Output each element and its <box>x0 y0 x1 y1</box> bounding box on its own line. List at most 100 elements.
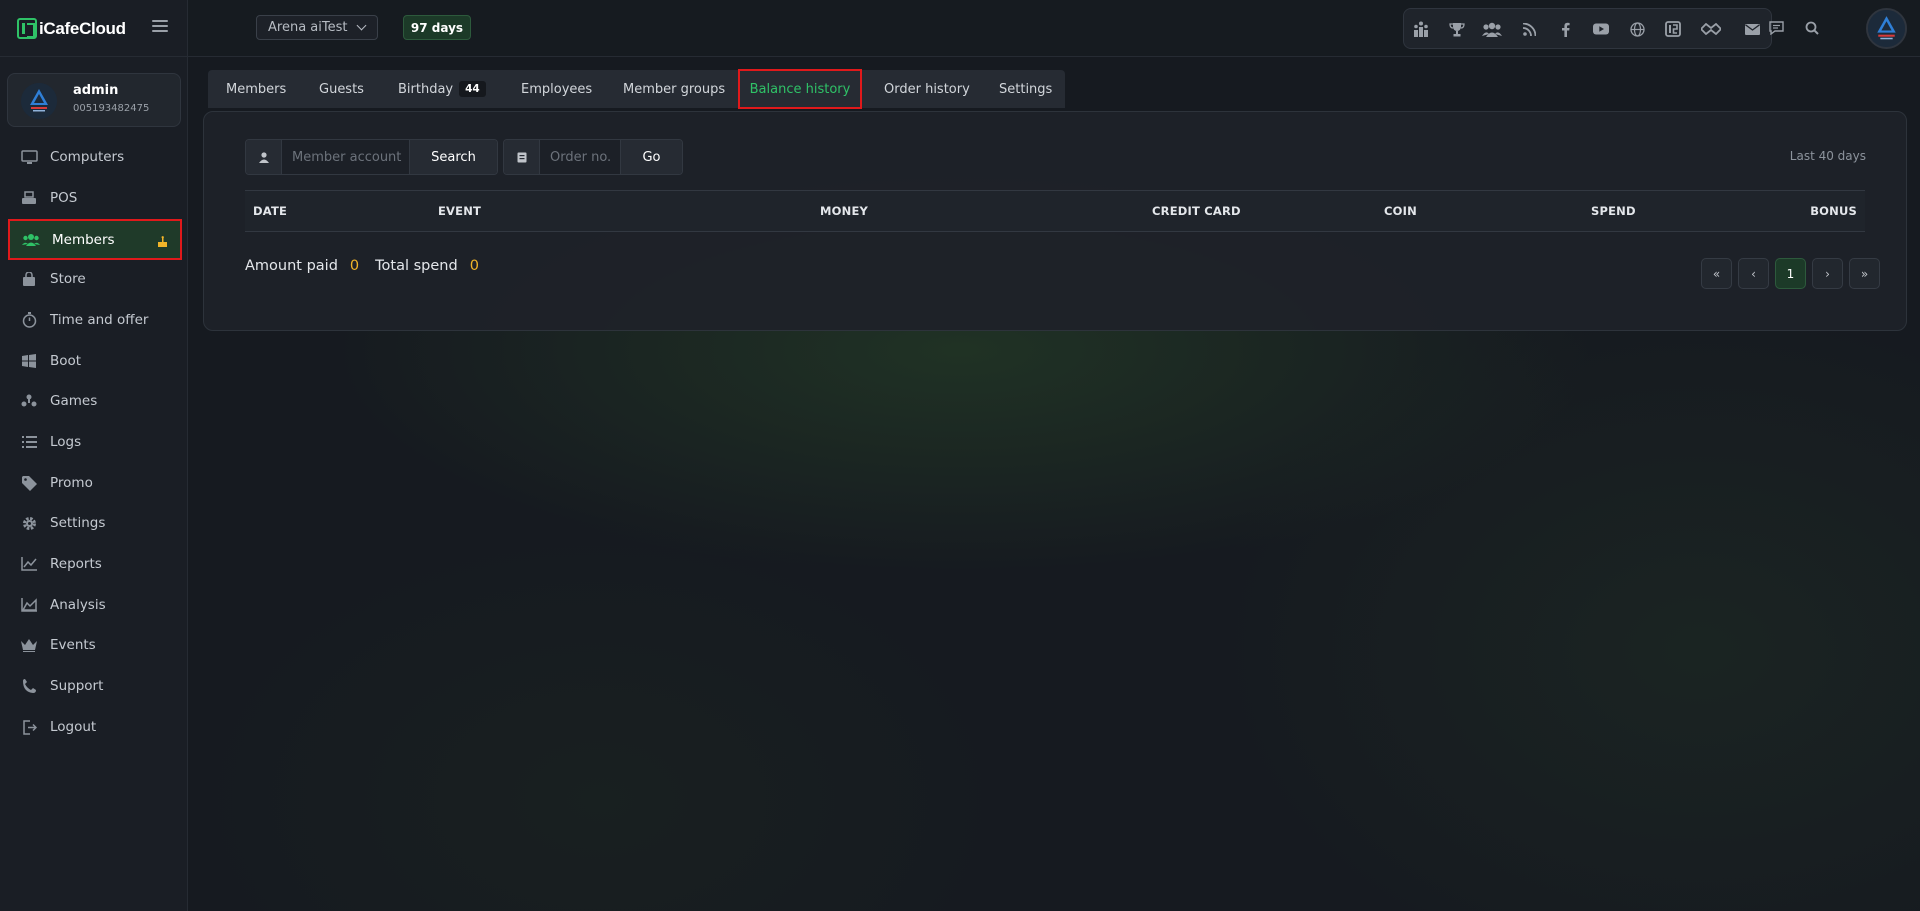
sidebar-item-members[interactable]: Members <box>8 219 182 260</box>
youtube-icon[interactable] <box>1591 19 1611 39</box>
receipt-icon <box>504 140 540 174</box>
tab-guests[interactable]: Guests <box>319 70 364 108</box>
current-page-button[interactable]: 1 <box>1775 258 1806 289</box>
license-days-badge: 97 days <box>403 15 471 40</box>
group-icon[interactable] <box>1482 19 1502 39</box>
sidebar: iCafeCloud admin 005193482475 Computers … <box>0 0 188 911</box>
sidebar-item-logs[interactable]: Logs <box>8 423 182 461</box>
sidebar-item-boot[interactable]: Boot <box>8 342 182 380</box>
app-logo[interactable]: iCafeCloud <box>17 18 126 39</box>
crown-icon <box>20 636 38 654</box>
sidebar-item-label: Support <box>50 678 104 694</box>
header-toolbar <box>1403 8 1772 49</box>
user-id: 005193482475 <box>73 103 150 114</box>
chat-icon[interactable] <box>1766 18 1786 38</box>
sidebar-item-label: Analysis <box>50 597 106 613</box>
windows-icon <box>20 352 38 370</box>
column-bonus: BONUS <box>1810 204 1857 218</box>
sidebar-item-settings[interactable]: Settings <box>8 504 182 542</box>
last-page-button[interactable]: » <box>1849 258 1880 289</box>
ranking-icon[interactable] <box>1411 19 1431 39</box>
stopwatch-icon <box>20 311 38 329</box>
tab-settings[interactable]: Settings <box>999 70 1052 108</box>
icafe-icon[interactable] <box>1663 19 1683 39</box>
go-button[interactable]: Go <box>620 140 682 174</box>
sidebar-item-analysis[interactable]: Analysis <box>8 586 182 624</box>
tab-birthday-label: Birthday <box>398 81 454 97</box>
sidebar-item-label: Settings <box>50 515 106 531</box>
member-tabs: Members Guests Birthday 44 Employees Mem… <box>208 69 1065 109</box>
rss-icon[interactable] <box>1519 19 1539 39</box>
handshake-icon[interactable] <box>1701 19 1721 39</box>
sidebar-item-label: Events <box>50 637 96 653</box>
sidebar-item-label: Time and offer <box>50 312 149 328</box>
column-money: MONEY <box>820 204 869 218</box>
phone-icon <box>20 677 38 695</box>
total-spend-value: 0 <box>469 258 479 274</box>
sidebar-item-logout[interactable]: Logout <box>8 708 182 746</box>
sidebar-item-label: Games <box>50 393 98 409</box>
gamepad-icon <box>20 392 38 410</box>
sidebar-item-store[interactable]: Store <box>8 260 182 298</box>
logo-row: iCafeCloud <box>0 0 188 57</box>
date-range-label: Last 40 days <box>1789 149 1866 163</box>
facebook-icon[interactable] <box>1555 19 1575 39</box>
search-button[interactable]: Search <box>409 140 497 174</box>
area-chart-icon <box>20 596 38 614</box>
sidebar-item-support[interactable]: Support <box>8 667 182 705</box>
sidebar-item-promo[interactable]: Promo <box>8 464 182 502</box>
gear-icon <box>20 514 38 532</box>
sidebar-item-label: Logout <box>50 719 97 735</box>
sidebar-item-events[interactable]: Events <box>8 626 182 664</box>
logout-icon <box>20 718 38 736</box>
mail-icon[interactable] <box>1742 19 1762 39</box>
tab-members[interactable]: Members <box>226 70 286 108</box>
tab-order-history[interactable]: Order history <box>884 70 970 108</box>
tab-birthday[interactable]: Birthday 44 <box>398 70 486 108</box>
column-credit-card: CREDIT CARD <box>1152 204 1241 218</box>
sidebar-item-label: Members <box>52 231 115 248</box>
shopping-bag-icon <box>20 270 38 288</box>
prev-page-button[interactable]: ‹ <box>1738 258 1769 289</box>
trophy-icon[interactable] <box>1447 19 1467 39</box>
user-card[interactable]: admin 005193482475 <box>7 73 181 127</box>
amount-paid-value: 0 <box>349 258 360 274</box>
tab-employees[interactable]: Employees <box>521 70 592 108</box>
profile-avatar[interactable] <box>1866 8 1907 49</box>
top-header: Arena aiTest 97 days <box>188 0 1920 57</box>
sidebar-item-time-and-offer[interactable]: Time and offer <box>8 301 182 339</box>
sidebar-item-label: Store <box>50 271 86 287</box>
line-chart-icon <box>20 555 38 573</box>
member-account-input[interactable] <box>282 140 409 174</box>
sidebar-item-pos[interactable]: POS <box>8 179 182 217</box>
cash-register-icon <box>20 189 38 207</box>
sidebar-item-label: POS <box>50 190 78 206</box>
member-search-group: Search <box>245 139 498 175</box>
sidebar-item-computers[interactable]: Computers <box>8 138 182 176</box>
user-icon <box>246 140 282 174</box>
globe-icon[interactable] <box>1627 19 1647 39</box>
users-icon <box>22 231 40 249</box>
tab-member-groups[interactable]: Member groups <box>623 70 725 108</box>
column-event: EVENT <box>438 204 482 218</box>
search-icon[interactable] <box>1802 18 1822 38</box>
birthday-cake-icon <box>157 233 168 247</box>
sidebar-item-reports[interactable]: Reports <box>8 545 182 583</box>
first-page-button[interactable]: « <box>1701 258 1732 289</box>
avatar <box>21 83 57 119</box>
chevron-down-icon <box>356 20 367 31</box>
sidebar-item-games[interactable]: Games <box>8 382 182 420</box>
tab-balance-history[interactable]: Balance history <box>738 69 862 109</box>
menu-toggle-icon[interactable] <box>152 20 168 33</box>
order-number-input[interactable] <box>540 140 620 174</box>
tag-icon <box>20 474 38 492</box>
branch-select[interactable]: Arena aiTest <box>256 15 378 40</box>
sidebar-item-label: Boot <box>50 353 82 369</box>
table-header: DATE EVENT MONEY CREDIT CARD COIN SPEND … <box>245 190 1865 232</box>
totals-summary: Amount paid 0 Total spend 0 <box>245 258 495 274</box>
total-spend-label: Total spend <box>375 258 458 274</box>
next-page-button[interactable]: › <box>1812 258 1843 289</box>
balance-history-panel: Search Go Last 40 days DATE EVENT MONEY … <box>203 111 1907 331</box>
monitor-icon <box>20 148 38 166</box>
column-date: DATE <box>253 204 288 218</box>
